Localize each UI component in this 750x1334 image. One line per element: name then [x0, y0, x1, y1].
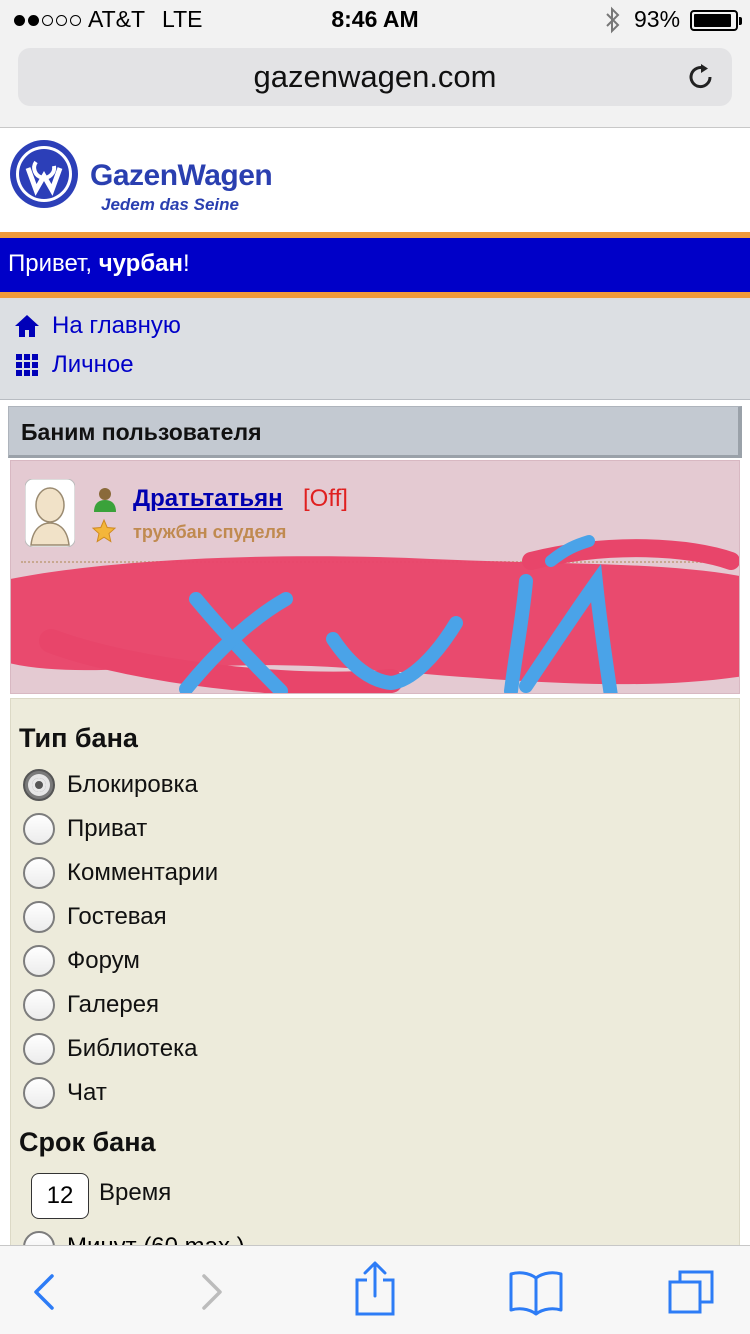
- radio-label[interactable]: Библиотека: [67, 1035, 198, 1063]
- radio-label[interactable]: Чат: [67, 1079, 107, 1107]
- nav-item-label[interactable]: Личное: [52, 351, 134, 379]
- address-bar[interactable]: gazenwagen.com: [18, 48, 732, 106]
- radio-button[interactable]: [23, 1033, 55, 1065]
- radio-ban-type-forum[interactable]: Форум: [23, 943, 140, 979]
- section-header: Баним пользователя: [8, 406, 742, 458]
- ban-form: Тип бана Блокировка Приват Комментарии Г…: [10, 698, 740, 1263]
- back-icon[interactable]: [20, 1268, 70, 1316]
- redaction-scribble: [11, 535, 739, 693]
- radio-label[interactable]: Комментарии: [67, 859, 218, 887]
- radio-button[interactable]: [23, 945, 55, 977]
- radio-ban-type-block[interactable]: Блокировка: [23, 767, 198, 803]
- logo-emblem[interactable]: [8, 138, 80, 210]
- radio-ban-type-chat[interactable]: Чат: [23, 1075, 107, 1111]
- greeting-bar: Привет, чурбан!: [0, 232, 750, 298]
- grid-icon: [16, 354, 38, 376]
- radio-ban-type-library[interactable]: Библиотека: [23, 1031, 198, 1067]
- bluetooth-icon: [606, 6, 620, 34]
- radio-button[interactable]: [23, 857, 55, 889]
- battery-percent: 93%: [634, 6, 681, 32]
- radio-label[interactable]: Приват: [67, 815, 147, 843]
- section-title: Баним пользователя: [21, 419, 262, 445]
- nav-item-home[interactable]: На главную: [14, 311, 181, 341]
- browser-chrome: gazenwagen.com: [0, 40, 750, 128]
- nav-item-personal[interactable]: Личное: [14, 350, 134, 380]
- online-status: [Off]: [303, 485, 348, 512]
- logo-tagline: Jedem das Seine: [101, 195, 239, 214]
- status-bar: AT&T LTE 8:46 AM 93%: [0, 0, 750, 40]
- greeting-username: чурбан: [98, 250, 183, 277]
- logo-title[interactable]: GazenWagen: [90, 159, 273, 193]
- nav-menu: На главную Личное: [0, 298, 750, 400]
- user-profile-link[interactable]: Дратьтатьян: [133, 485, 283, 513]
- radio-label[interactable]: Блокировка: [67, 771, 198, 799]
- battery-icon: [690, 10, 742, 31]
- radio-button[interactable]: [23, 1077, 55, 1109]
- reload-icon[interactable]: [686, 62, 716, 92]
- greeting-text: Привет, чурбан!: [8, 250, 190, 277]
- ban-time-label: Время: [99, 1179, 172, 1206]
- radio-ban-type-private[interactable]: Приват: [23, 811, 147, 847]
- radio-label[interactable]: Форум: [67, 947, 140, 975]
- radio-ban-type-comments[interactable]: Комментарии: [23, 855, 218, 891]
- user-icon: [94, 488, 116, 512]
- ban-time-input[interactable]: 12: [31, 1173, 89, 1219]
- browser-toolbar: [0, 1245, 750, 1334]
- tabs-icon[interactable]: [666, 1268, 716, 1316]
- site-header: GazenWagen Jedem das Seine: [0, 129, 750, 232]
- radio-ban-type-gallery[interactable]: Галерея: [23, 987, 159, 1023]
- url-text[interactable]: gazenwagen.com: [18, 48, 732, 106]
- radio-ban-type-guestbook[interactable]: Гостевая: [23, 899, 167, 935]
- home-icon: [15, 315, 39, 337]
- user-card: Дратьтатьян [Off] тружбан спуделя: [10, 460, 740, 694]
- radio-label[interactable]: Гостевая: [67, 903, 167, 931]
- radio-button[interactable]: [23, 901, 55, 933]
- forward-icon[interactable]: [186, 1268, 236, 1316]
- radio-button[interactable]: [23, 813, 55, 845]
- bookmarks-icon[interactable]: [508, 1268, 564, 1316]
- nav-item-label[interactable]: На главную: [52, 312, 181, 340]
- radio-label[interactable]: Галерея: [67, 991, 159, 1019]
- ban-term-heading: Срок бана: [19, 1127, 156, 1157]
- radio-button[interactable]: [23, 989, 55, 1021]
- radio-button[interactable]: [23, 769, 55, 801]
- share-icon[interactable]: [350, 1260, 400, 1316]
- ban-type-heading: Тип бана: [19, 723, 138, 753]
